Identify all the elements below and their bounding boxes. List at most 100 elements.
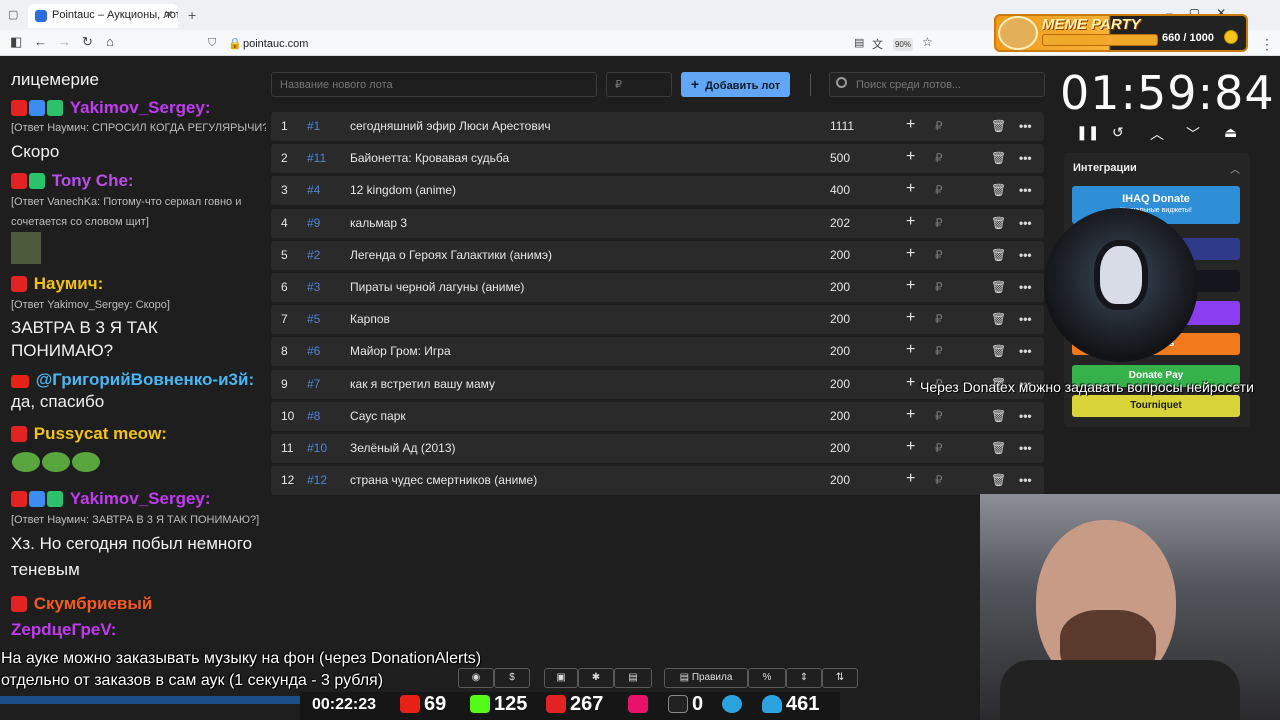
ruble-icon[interactable]: ₽ bbox=[935, 151, 943, 165]
tourniquet-button[interactable]: Tourniquet bbox=[1072, 395, 1240, 417]
lot-row[interactable]: 8 #6 Майор Гром: Игра 200 + ₽ 🗑 ••• bbox=[271, 337, 1044, 366]
add-amount-icon[interactable]: + bbox=[906, 438, 915, 456]
reload-icon[interactable]: ↻ bbox=[82, 34, 93, 50]
lot-amount-input[interactable]: ₽ bbox=[606, 72, 672, 97]
delete-icon[interactable]: 🗑 bbox=[991, 119, 1006, 133]
add-amount-icon[interactable]: + bbox=[906, 180, 915, 198]
add-amount-icon[interactable]: + bbox=[906, 148, 915, 166]
home-icon[interactable]: ⌂ bbox=[106, 34, 114, 49]
ruble-icon[interactable]: ₽ bbox=[935, 473, 943, 487]
shield-badge-icon bbox=[29, 100, 45, 116]
tab-close-icon[interactable]: ✕ bbox=[164, 8, 173, 21]
lot-row[interactable]: 4 #9 кальмар 3 202 + ₽ 🗑 ••• bbox=[271, 209, 1044, 238]
bug-icon[interactable]: ✱ bbox=[578, 668, 614, 688]
ruble-icon[interactable]: ₽ bbox=[935, 119, 943, 133]
sidebar-toggle-icon[interactable]: ◧ bbox=[10, 34, 22, 50]
ruble-icon[interactable]: ₽ bbox=[935, 344, 943, 358]
add-amount-icon[interactable]: + bbox=[906, 406, 915, 424]
add-amount-icon[interactable]: + bbox=[906, 374, 915, 392]
lot-row[interactable]: 12 #12 страна чудес смертников (аниме) 200 +… bbox=[271, 466, 1044, 495]
browser-menu-icon[interactable]: ⋮ bbox=[1260, 36, 1274, 53]
lot-row[interactable]: 11 #10 Зелёный Ад (2013) 200 + ₽ 🗑 ••• bbox=[271, 434, 1044, 463]
lot-row[interactable]: 2 #11 Байонетта: Кровавая судьба 500 + ₽ 🗑 ••• bbox=[271, 144, 1044, 173]
delete-icon[interactable]: 🗑 bbox=[991, 441, 1006, 455]
more-options-icon[interactable]: ••• bbox=[1019, 183, 1032, 197]
delete-icon[interactable]: 🗑 bbox=[991, 248, 1006, 262]
more-options-icon[interactable]: ••• bbox=[1019, 409, 1032, 423]
add-lot-button[interactable]: + Добавить лот bbox=[681, 72, 790, 97]
ruble-icon[interactable]: ₽ bbox=[935, 312, 943, 326]
bookmark-star-icon[interactable]: ☆ bbox=[922, 35, 933, 49]
site-info-icon[interactable]: ⛉ bbox=[208, 37, 216, 50]
add-amount-icon[interactable]: + bbox=[906, 277, 915, 295]
ruble-icon[interactable]: ₽ bbox=[935, 248, 943, 262]
zoom-level[interactable]: 90% bbox=[893, 38, 913, 51]
save-icon[interactable]: ▣ bbox=[544, 668, 578, 688]
more-options-icon[interactable]: ••• bbox=[1019, 151, 1032, 165]
translate-icon[interactable]: 文 bbox=[872, 36, 883, 52]
ruble-icon[interactable]: ₽ bbox=[935, 280, 943, 294]
add-amount-icon[interactable]: + bbox=[906, 116, 915, 134]
lot-id: #10 bbox=[307, 441, 328, 455]
lot-row[interactable]: 7 #5 Карпов 200 + ₽ 🗑 ••• bbox=[271, 305, 1044, 334]
double-chevron-up-icon[interactable]: ⏏ bbox=[1224, 124, 1237, 141]
back-icon[interactable]: ← bbox=[34, 34, 47, 49]
new-tab-icon[interactable]: + bbox=[188, 7, 196, 23]
delete-icon[interactable]: 🗑 bbox=[991, 473, 1006, 487]
address-bar[interactable] bbox=[200, 33, 940, 53]
delete-icon[interactable]: 🗑 bbox=[991, 344, 1006, 358]
more-options-icon[interactable]: ••• bbox=[1019, 473, 1032, 487]
ruble-icon[interactable]: ₽ bbox=[935, 441, 943, 455]
lot-search-input[interactable]: Поиск среди лотов... bbox=[829, 72, 1045, 97]
delete-icon[interactable]: 🗑 bbox=[991, 312, 1006, 326]
chevron-up-icon[interactable]: ︿ bbox=[1150, 124, 1164, 144]
lot-row[interactable]: 6 #3 Пираты черной лагуны (аниме) 200 + ₽ 🗑 ••• bbox=[271, 273, 1044, 302]
more-options-icon[interactable]: ••• bbox=[1019, 441, 1032, 455]
delete-icon[interactable]: 🗑 bbox=[991, 151, 1006, 165]
rules-button[interactable]: ▤ Правила bbox=[664, 668, 748, 688]
add-amount-icon[interactable]: + bbox=[906, 341, 915, 359]
more-options-icon[interactable]: ••• bbox=[1019, 312, 1032, 326]
ruble-icon[interactable]: ₽ bbox=[935, 216, 943, 230]
kick-stat: 125 bbox=[470, 693, 527, 716]
forward-icon[interactable]: → bbox=[58, 34, 71, 49]
add-amount-icon[interactable]: + bbox=[906, 213, 915, 231]
ruble-icon[interactable]: ₽ bbox=[935, 183, 943, 197]
add-amount-icon[interactable]: + bbox=[906, 470, 915, 488]
lot-row[interactable]: 10 #8 Саус парк 200 + ₽ 🗑 ••• bbox=[271, 402, 1044, 431]
tab-list-icon[interactable]: ▢ bbox=[8, 8, 18, 21]
more-options-icon[interactable]: ••• bbox=[1019, 119, 1032, 133]
add-amount-icon[interactable]: + bbox=[906, 309, 915, 327]
live-icon bbox=[546, 695, 566, 713]
chevron-down-icon[interactable]: ﹀ bbox=[1186, 124, 1200, 144]
clear-list-icon[interactable]: ▤ bbox=[614, 668, 652, 688]
more-options-icon[interactable]: ••• bbox=[1019, 280, 1032, 294]
sort-icon[interactable]: ⇅ bbox=[822, 668, 858, 688]
delete-icon[interactable]: 🗑 bbox=[991, 409, 1006, 423]
split-icon[interactable]: ⇕ bbox=[786, 668, 822, 688]
github-icon[interactable]: ◉ bbox=[458, 668, 494, 688]
chat-message-header: ZерdцеГреV: bbox=[11, 620, 116, 640]
dollar-icon[interactable]: $ bbox=[494, 668, 530, 688]
reader-view-icon[interactable]: ▤ bbox=[854, 36, 864, 49]
delete-icon[interactable]: 🗑 bbox=[991, 183, 1006, 197]
lot-row[interactable]: 1 #1 сегодняшний эфир Люси Арестович 1111 + ₽… bbox=[271, 112, 1044, 141]
delete-icon[interactable]: 🗑 bbox=[991, 280, 1006, 294]
more-options-icon[interactable]: ••• bbox=[1019, 216, 1032, 230]
streamer-shirt bbox=[1000, 660, 1240, 720]
lot-row[interactable]: 3 #4 12 kingdom (anime) 400 + ₽ 🗑 ••• bbox=[271, 176, 1044, 205]
more-options-icon[interactable]: ••• bbox=[1019, 344, 1032, 358]
percent-button[interactable]: % bbox=[748, 668, 786, 688]
more-options-icon[interactable]: ••• bbox=[1019, 248, 1032, 262]
add-amount-icon[interactable]: + bbox=[906, 245, 915, 263]
browser-tab[interactable]: Pointauc – Аукционы, лотереи bbox=[28, 4, 178, 28]
pause-icon[interactable]: ❚❚ bbox=[1076, 124, 1099, 141]
ruble-icon[interactable]: ₽ bbox=[935, 409, 943, 423]
delete-icon[interactable]: 🗑 bbox=[991, 216, 1006, 230]
lot-name-input[interactable]: Название нового лота bbox=[271, 72, 597, 97]
chat-message-text: лицемерие bbox=[11, 70, 99, 89]
reset-icon[interactable]: ↺ bbox=[1112, 124, 1124, 141]
lot-index: 5 bbox=[281, 248, 288, 262]
lot-row[interactable]: 5 #2 Легенда о Героях Галактики (анимэ) 200… bbox=[271, 241, 1044, 270]
collapse-chevron-icon[interactable]: ︿ bbox=[1230, 161, 1240, 176]
